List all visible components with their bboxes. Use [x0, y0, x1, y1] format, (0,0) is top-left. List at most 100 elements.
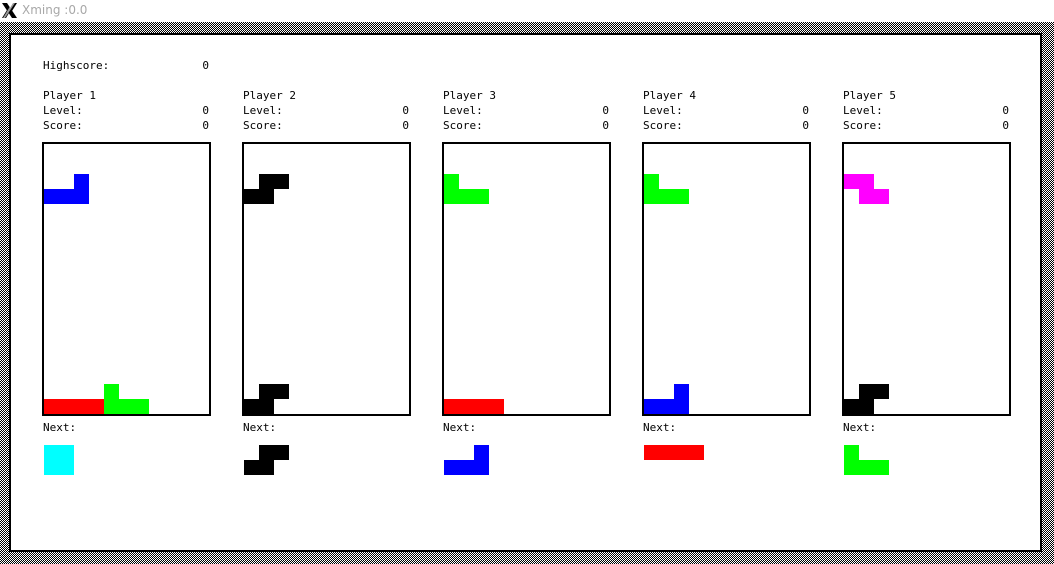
level-label: Level: — [843, 104, 883, 117]
next-piece-block — [659, 445, 674, 460]
highscore-label: Highscore: — [43, 59, 110, 72]
game-board[interactable] — [242, 142, 411, 416]
tetromino-block — [644, 189, 659, 204]
next-piece-block — [674, 445, 689, 460]
next-piece-block — [844, 460, 859, 475]
player-name: Player 4 — [643, 89, 696, 102]
tetromino-block — [674, 399, 689, 414]
game-board[interactable] — [842, 142, 1011, 416]
next-piece-block — [644, 445, 659, 460]
next-piece-block — [474, 460, 489, 475]
tetromino-block — [474, 399, 489, 414]
tetromino-block — [474, 189, 489, 204]
next-label: Next: — [243, 421, 277, 434]
tetromino-block — [859, 384, 874, 399]
tetromino-block — [874, 189, 889, 204]
tetromino-block — [644, 399, 659, 414]
level-label: Level: — [643, 104, 683, 117]
level-value: 0 — [202, 104, 209, 117]
tetromino-block — [259, 384, 274, 399]
next-piece-block — [59, 460, 74, 475]
score-value: 0 — [202, 119, 209, 132]
tetromino-block — [274, 174, 289, 189]
highscore-value: 0 — [202, 59, 209, 72]
game-board[interactable] — [642, 142, 811, 416]
tetromino-block — [659, 399, 674, 414]
score-label: Score: — [443, 119, 483, 132]
tetromino-block — [844, 399, 859, 414]
tetromino-block — [259, 174, 274, 189]
tetromino-block — [259, 399, 274, 414]
next-label: Next: — [43, 421, 77, 434]
window-title: Xming :0.0 — [22, 3, 88, 17]
window-titlebar[interactable]: Xming :0.0 — [0, 0, 1054, 22]
next-piece-preview — [444, 445, 519, 480]
tetromino-block — [119, 399, 134, 414]
next-piece-block — [44, 460, 59, 475]
tetromino-block — [859, 399, 874, 414]
level-label: Level: — [43, 104, 83, 117]
player-name: Player 1 — [43, 89, 96, 102]
next-piece-preview — [44, 445, 119, 480]
next-label: Next: — [443, 421, 477, 434]
next-piece-block — [474, 445, 489, 460]
tetromino-block — [59, 399, 74, 414]
tetromino-block — [134, 399, 149, 414]
next-piece-preview — [244, 445, 319, 480]
score-label: Score: — [43, 119, 83, 132]
level-label: Level: — [443, 104, 483, 117]
game-board[interactable] — [442, 142, 611, 416]
level-label: Level: — [243, 104, 283, 117]
level-value: 0 — [1002, 104, 1009, 117]
tetromino-block — [444, 189, 459, 204]
level-value: 0 — [602, 104, 609, 117]
tetromino-block — [104, 399, 119, 414]
tetromino-block — [459, 189, 474, 204]
tetromino-block — [244, 189, 259, 204]
next-label: Next: — [843, 421, 877, 434]
next-piece-block — [259, 460, 274, 475]
score-label: Score: — [843, 119, 883, 132]
next-piece-block — [859, 460, 874, 475]
tetromino-block — [274, 384, 289, 399]
next-piece-block — [844, 445, 859, 460]
next-piece-block — [459, 460, 474, 475]
tetromino-block — [244, 399, 259, 414]
next-piece-block — [874, 460, 889, 475]
tetromino-block — [844, 174, 859, 189]
level-value: 0 — [402, 104, 409, 117]
player-name: Player 2 — [243, 89, 296, 102]
score-value: 0 — [402, 119, 409, 132]
tetromino-block — [44, 189, 59, 204]
player-name: Player 5 — [843, 89, 896, 102]
tetromino-block — [489, 399, 504, 414]
next-piece-block — [59, 445, 74, 460]
level-value: 0 — [802, 104, 809, 117]
game-board[interactable] — [42, 142, 211, 416]
tetromino-block — [104, 384, 119, 399]
tetromino-block — [859, 189, 874, 204]
tetromino-block — [444, 399, 459, 414]
tetromino-block — [259, 189, 274, 204]
tetromino-block — [74, 189, 89, 204]
tetromino-block — [89, 399, 104, 414]
tetromino-block — [674, 384, 689, 399]
game-canvas[interactable]: Highscore: 0 Player 1 Level: 0 Score: 0 Next:… — [11, 35, 1040, 550]
next-piece-block — [259, 445, 274, 460]
next-piece-block — [274, 445, 289, 460]
score-value: 0 — [802, 119, 809, 132]
tetromino-block — [459, 399, 474, 414]
tetromino-block — [74, 399, 89, 414]
next-piece-preview — [644, 445, 719, 480]
tetromino-block — [44, 399, 59, 414]
next-piece-block — [689, 445, 704, 460]
next-piece-preview — [844, 445, 919, 480]
tetromino-block — [874, 384, 889, 399]
tetromino-block — [444, 174, 459, 189]
next-label: Next: — [643, 421, 677, 434]
score-value: 0 — [1002, 119, 1009, 132]
tetromino-block — [644, 174, 659, 189]
tetromino-block — [74, 174, 89, 189]
next-piece-block — [44, 445, 59, 460]
score-label: Score: — [243, 119, 283, 132]
